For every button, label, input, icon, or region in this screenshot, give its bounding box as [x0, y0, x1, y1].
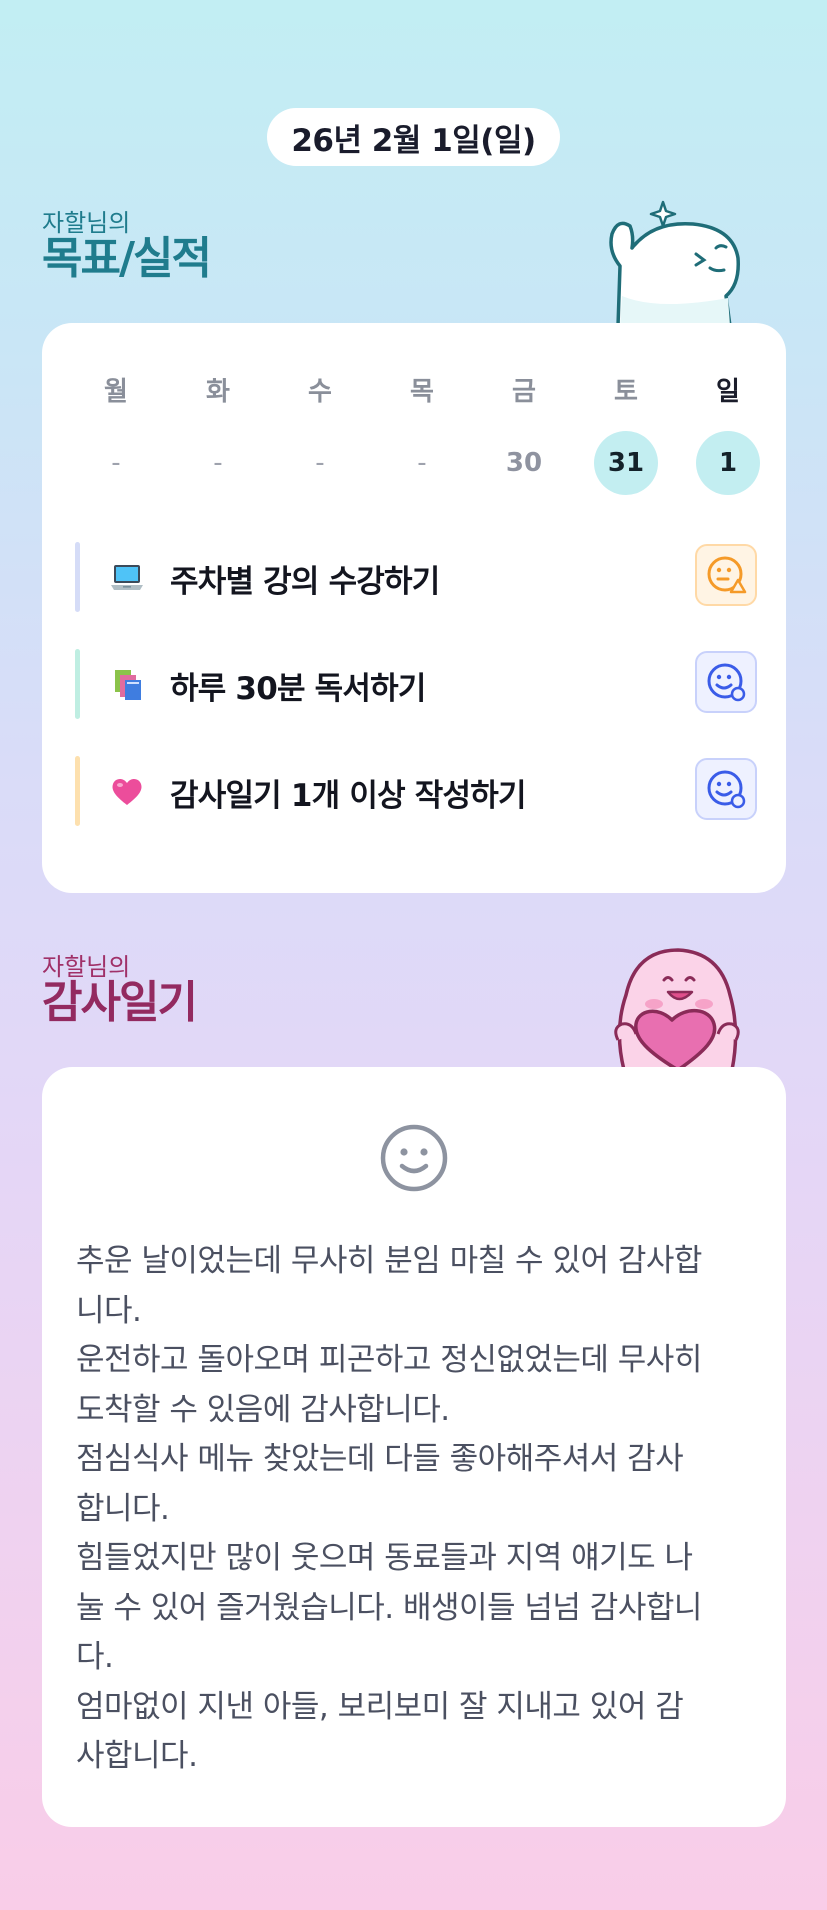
smile-face-icon [380, 1124, 448, 1192]
diary-line: 엄마없이 지낸 아들, 보리보미 잘 지내고 있어 감 [76, 1688, 684, 1725]
day-number-active: 1 [696, 431, 760, 495]
diary-line: 추운 날이었는데 무사히 분임 마칠 수 있어 감사합 [76, 1243, 702, 1279]
day-label: 수 [308, 377, 332, 407]
laptop-emoji [111, 565, 143, 590]
diary-line: 운전하고 돌아오며 피곤하고 정신없었는데 무사히 [76, 1342, 702, 1378]
books-emoji [115, 670, 141, 700]
goal-text: 감사일기 1개 이상 작성하기 [170, 778, 526, 814]
diary-line: 힘들었지만 많이 웃으며 동료들과 지역 얘기도 나 [76, 1540, 693, 1576]
goal-item[interactable]: 하루 30분 독서하기 [75, 649, 757, 719]
goal-status-button[interactable] [695, 544, 757, 606]
done-face-icon [707, 663, 746, 702]
goal-item[interactable]: 주차별 강의 수강하기 [75, 542, 757, 612]
done-face-icon [707, 770, 746, 809]
date-pill[interactable]: 26년 2월 1일(일) [267, 108, 560, 166]
heart-emoji [112, 778, 142, 805]
in-progress-face-icon [707, 556, 747, 594]
diary-line: 눌 수 있어 즐거웠습니다. 배생이들 넘넘 감사합니 [76, 1589, 702, 1626]
goal-color-bar [75, 542, 80, 612]
mascot-heart-illustration [614, 948, 740, 1070]
mascot-bird-illustration [609, 200, 740, 326]
goal-card: 월 - 화 - 수 - 목 - 금 30 토 31 일 1 주차별 강의 수강하… [42, 323, 786, 893]
goal-color-bar [75, 756, 80, 826]
day-label: 월 [104, 377, 128, 407]
goal-text: 주차별 강의 수강하기 [170, 564, 440, 600]
week-calendar: 월 - 화 - 수 - 목 - 금 30 토 31 일 1 [82, 371, 762, 501]
diary-line: 도착할 수 있음에 감사합니다. [76, 1391, 450, 1428]
day-label: 화 [206, 377, 230, 407]
goal-section-title: 자할님의 목표/실적 [42, 210, 212, 284]
day-number: 30 [505, 448, 543, 478]
gratitude-section-heading: 감사일기 [42, 977, 198, 1028]
diary-line: 합니다. [76, 1490, 170, 1527]
day-label: 목 [410, 377, 434, 407]
goal-text: 하루 30분 독서하기 [170, 671, 426, 707]
goal-color-bar [75, 649, 80, 719]
diary-line: 니다. [76, 1292, 142, 1329]
day-label-today: 일 [716, 377, 740, 407]
diary-line: 사합니다. [76, 1738, 198, 1774]
gratitude-card: 추운 날이었는데 무사히 분임 마칠 수 있어 감사합 니다. 운전하고 돌아오… [42, 1067, 786, 1827]
goal-status-button[interactable] [695, 758, 757, 820]
gratitude-section-title: 자할님의 감사일기 [42, 954, 198, 1028]
diary-line: 다. [76, 1639, 114, 1675]
goal-status-button[interactable] [695, 651, 757, 713]
day-number-active: 31 [594, 431, 658, 495]
diary-line: 점심식사 메뉴 찾았는데 다들 좋아해주셔서 감사 [76, 1441, 684, 1477]
day-number: - [111, 448, 121, 478]
day-label: 토 [614, 377, 638, 407]
goal-section-heading: 목표/실적 [42, 233, 212, 284]
gratitude-diary-text: 추운 날이었는데 무사히 분임 마칠 수 있어 감사합 니다. 운전하고 돌아오… [76, 1237, 756, 1782]
day-number: - [213, 448, 223, 478]
day-label: 금 [512, 377, 536, 407]
day-number: - [417, 448, 427, 478]
day-number: - [315, 448, 325, 478]
goal-item[interactable]: 감사일기 1개 이상 작성하기 [75, 756, 757, 826]
